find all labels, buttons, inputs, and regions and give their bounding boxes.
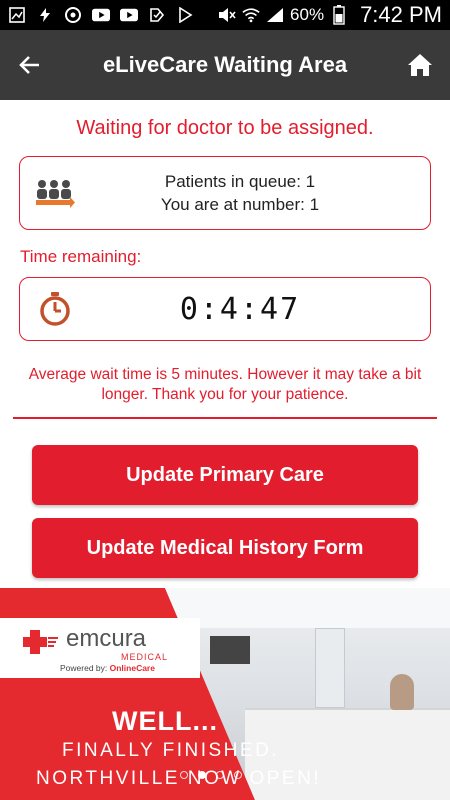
banner-line-1: FINALLY FINISHED.	[62, 740, 280, 761]
home-icon	[408, 54, 432, 76]
banner-line-2: NORTHVILLE NOW OPEN!	[36, 768, 322, 789]
queue-icon	[20, 178, 90, 208]
logo-name: emcura	[66, 625, 147, 652]
back-button[interactable]	[0, 30, 60, 100]
app-bar: eLiveCare Waiting Area	[0, 30, 450, 100]
banner-headline: WELL...	[112, 706, 218, 736]
promo-banner[interactable]: emcura MEDICAL Powered by: OnlineCare WE…	[0, 588, 450, 800]
timer-value: 0:4:47	[179, 291, 301, 327]
update-primary-care-button[interactable]: Update Primary Care	[32, 445, 418, 505]
carousel-dot[interactable]	[216, 771, 224, 779]
carousel-dot[interactable]	[180, 771, 188, 779]
medical-cross-icon	[23, 630, 58, 654]
update-medical-history-button[interactable]: Update Medical History Form	[32, 518, 418, 578]
youtube-icon-2	[120, 6, 138, 24]
wait-time-note: Average wait time is 5 minutes. However …	[28, 366, 422, 403]
gallery-icon	[8, 6, 26, 24]
circle-icon	[64, 6, 82, 24]
stopwatch-icon	[20, 291, 90, 327]
battery-percent: 60%	[290, 5, 325, 24]
queue-count: Patients in queue: 1	[164, 172, 316, 191]
carousel-indicator[interactable]	[180, 771, 242, 779]
mute-icon	[218, 6, 236, 24]
queue-position: You are at number: 1	[160, 195, 320, 214]
logo-subtitle: MEDICAL	[121, 652, 169, 662]
queue-card: Patients in queue: 1 You are at number: …	[19, 156, 431, 230]
powered-brand: OnlineCare	[109, 663, 155, 673]
page-title: eLiveCare Waiting Area	[102, 52, 348, 77]
tag-icon	[148, 6, 166, 24]
time-remaining-label: Time remaining:	[20, 247, 142, 266]
timer-card: 0:4:47	[19, 277, 431, 341]
youtube-icon	[92, 6, 110, 24]
home-button[interactable]	[390, 30, 450, 100]
signal-icon	[266, 6, 284, 24]
carousel-dot-active[interactable]	[198, 771, 206, 779]
battery-icon	[330, 5, 348, 25]
play-store-icon	[176, 6, 194, 24]
divider	[13, 417, 437, 419]
clock: 7:42 PM	[360, 2, 442, 27]
emcura-logo: emcura MEDICAL Powered by: OnlineCare	[0, 618, 200, 678]
carousel-dot[interactable]	[234, 771, 242, 779]
powered-by: Powered by: OnlineCare	[60, 663, 155, 673]
queue-info: Patients in queue: 1 You are at number: …	[90, 170, 430, 216]
system-indicators: 60% 7:42 PM	[218, 2, 442, 28]
status-bar: 60% 7:42 PM	[0, 0, 450, 30]
arrow-back-icon	[19, 56, 39, 74]
notification-icons	[8, 6, 194, 24]
bolt-icon	[36, 6, 54, 24]
waiting-status: Waiting for doctor to be assigned.	[76, 117, 374, 139]
wifi-icon	[242, 6, 260, 24]
